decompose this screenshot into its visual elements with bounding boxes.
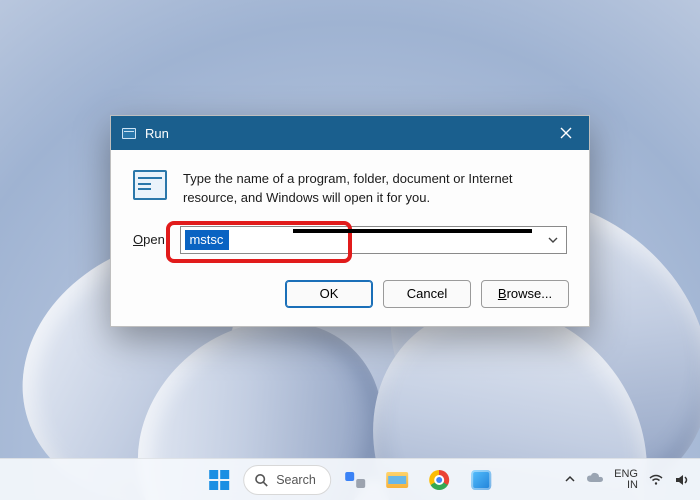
chevron-down-icon bbox=[547, 236, 559, 244]
close-icon bbox=[560, 127, 572, 139]
app-icon bbox=[471, 470, 491, 490]
run-program-icon bbox=[133, 170, 167, 200]
language-indicator[interactable]: ENG IN bbox=[614, 469, 638, 491]
wifi-icon bbox=[648, 472, 664, 488]
task-view-button[interactable] bbox=[337, 462, 373, 498]
annotation-line bbox=[293, 229, 532, 233]
dialog-body: Type the name of a program, folder, docu… bbox=[111, 150, 589, 266]
open-label: Open: bbox=[133, 232, 168, 247]
search-placeholder: Search bbox=[276, 473, 316, 487]
close-button[interactable] bbox=[543, 116, 589, 150]
cancel-button[interactable]: Cancel bbox=[383, 280, 471, 308]
dialog-buttons: OK Cancel Browse... bbox=[111, 266, 589, 326]
system-tray: ENG IN bbox=[564, 469, 700, 491]
run-icon bbox=[121, 125, 137, 141]
onedrive-tray-icon[interactable] bbox=[586, 472, 604, 487]
pinned-app-button[interactable] bbox=[463, 462, 499, 498]
speaker-icon bbox=[674, 472, 690, 488]
volume-tray-icon[interactable] bbox=[674, 472, 690, 488]
combo-dropdown-button[interactable] bbox=[540, 227, 566, 253]
open-combobox[interactable]: mstsc bbox=[180, 226, 567, 254]
folder-icon bbox=[386, 472, 408, 488]
tray-overflow-button[interactable] bbox=[564, 474, 576, 486]
browse-button[interactable]: Browse... bbox=[481, 280, 569, 308]
windows-logo-icon bbox=[209, 470, 229, 490]
chrome-icon bbox=[429, 470, 449, 490]
run-dialog: Run Type the name of a program, folder, … bbox=[110, 115, 590, 327]
selection-highlight bbox=[185, 230, 229, 250]
taskbar: Search ENG IN bbox=[0, 458, 700, 500]
wifi-tray-icon[interactable] bbox=[648, 472, 664, 488]
cloud-icon bbox=[586, 472, 604, 484]
desktop: Run Type the name of a program, folder, … bbox=[0, 0, 700, 500]
dialog-description: Type the name of a program, folder, docu… bbox=[183, 170, 567, 208]
chevron-up-icon bbox=[564, 475, 576, 483]
search-icon bbox=[254, 473, 268, 487]
titlebar[interactable]: Run bbox=[111, 116, 589, 150]
task-view-icon bbox=[345, 472, 365, 488]
window-title: Run bbox=[145, 126, 169, 141]
start-button[interactable] bbox=[201, 462, 237, 498]
ok-button[interactable]: OK bbox=[285, 280, 373, 308]
taskbar-search[interactable]: Search bbox=[243, 465, 331, 495]
chrome-button[interactable] bbox=[421, 462, 457, 498]
file-explorer-button[interactable] bbox=[379, 462, 415, 498]
